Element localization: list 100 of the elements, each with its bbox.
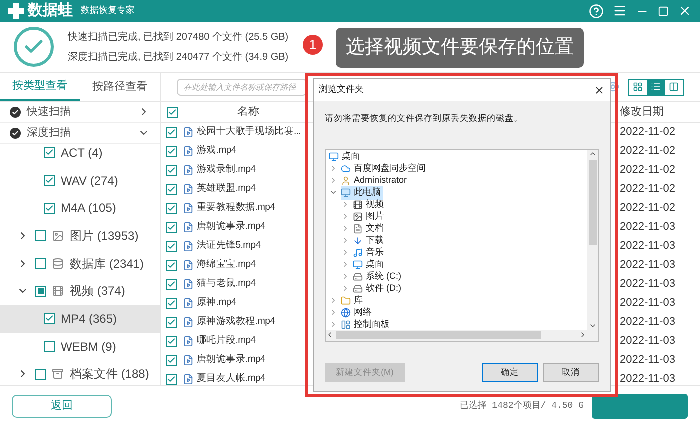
video-icon	[52, 285, 64, 298]
file-icon	[183, 279, 194, 290]
folder-item[interactable]: 桌面	[353, 258, 386, 272]
file-name: 游戏.mp4	[197, 144, 236, 158]
scroll-right-icon[interactable]	[579, 331, 587, 340]
checkbox[interactable]	[166, 222, 177, 233]
modified-date: 2022-11-02	[620, 163, 676, 178]
checkbox[interactable]	[35, 230, 46, 242]
pc-icon	[341, 188, 351, 198]
step-number: 1	[303, 35, 323, 55]
folder-item[interactable]: 软件 (D:)	[353, 282, 404, 296]
archive-icon	[52, 368, 64, 380]
folder-item[interactable]: 视频	[353, 198, 386, 212]
folder-item[interactable]: 此电脑	[341, 186, 383, 200]
dialog-message: 请勿将需要恢复的文件保存到原丢失数据的磁盘。	[325, 112, 524, 125]
user-icon	[341, 176, 351, 186]
maximize-icon[interactable]	[658, 6, 669, 16]
checkbox[interactable]	[44, 147, 55, 158]
column-header[interactable]: 名称	[211, 104, 286, 120]
folder-item[interactable]: 图片	[353, 210, 386, 224]
list-view-icon[interactable]	[647, 80, 665, 94]
folder-item[interactable]: 桌面	[329, 150, 362, 164]
checkbox[interactable]	[166, 336, 177, 347]
checkbox[interactable]	[44, 313, 55, 324]
file-icon	[183, 203, 194, 214]
modified-date: 2022-11-03	[620, 315, 676, 330]
close-icon[interactable]	[594, 84, 605, 96]
tree-item[interactable]: 图片 (13953)	[0, 222, 160, 250]
scan-item[interactable]: 深度扫描	[0, 123, 160, 144]
tree-item[interactable]: 数据库 (2341)	[0, 250, 160, 278]
file-icon	[183, 317, 194, 328]
view-tab[interactable]: 按路径查看	[80, 73, 160, 101]
checkbox[interactable]	[44, 341, 55, 352]
drive-icon	[353, 272, 363, 282]
control-icon	[341, 320, 351, 330]
file-name: 英雄联盟.mp4	[197, 182, 256, 196]
search-field[interactable]: 在此处输入文件名称或保存路径	[177, 78, 307, 96]
checkbox[interactable]	[166, 241, 177, 252]
checkbox[interactable]	[166, 317, 177, 328]
checkbox[interactable]	[35, 368, 46, 380]
horizontal-scrollbar[interactable]	[326, 330, 598, 341]
folder-item[interactable]: 网络	[341, 306, 374, 320]
image-icon	[353, 212, 363, 222]
file-name: 法证先锋5.mp4	[197, 239, 261, 254]
tree-item[interactable]: 视频 (374)	[0, 277, 160, 306]
file-icon	[183, 298, 194, 309]
checkbox[interactable]	[166, 127, 177, 138]
checkbox[interactable]	[166, 184, 177, 195]
checkbox[interactable]	[44, 175, 55, 186]
folder-item[interactable]: 库	[341, 294, 365, 308]
download-icon	[353, 236, 363, 246]
desktop-icon	[329, 152, 339, 162]
tree-item[interactable]: M4A (105)	[0, 194, 160, 222]
scan-summary: 快速扫描已完成, 已找到 207480 个文件 (25.5 GB)	[68, 30, 289, 44]
modified-date: 2022-11-03	[620, 220, 676, 236]
file-name: 哪吒片段.mp4	[197, 334, 256, 348]
file-icon	[183, 241, 194, 252]
file-name: 唐朝诡事录.mp4	[197, 353, 266, 368]
back-button[interactable]: 返回	[12, 395, 112, 418]
checkbox[interactable]	[166, 260, 177, 271]
check-dot-icon	[10, 106, 21, 118]
folder-item[interactable]: Administrator	[341, 174, 410, 188]
file-name: 校园十大歌手现场比赛...	[197, 125, 302, 140]
folder-item[interactable]: 系统 (C:)	[353, 270, 404, 284]
menu-icon[interactable]	[613, 4, 627, 18]
checkbox[interactable]	[35, 258, 46, 270]
modified-date: 2022-11-02	[620, 182, 676, 198]
folder-item[interactable]: 文档	[353, 222, 386, 236]
column-header[interactable]: 修改日期	[620, 104, 700, 120]
help-icon[interactable]	[589, 4, 604, 18]
file-icon	[183, 127, 194, 138]
scroll-left-icon[interactable]	[326, 331, 334, 340]
dialog-title: 浏览文件夹	[319, 83, 364, 96]
dialog-button[interactable]: 取消	[543, 362, 599, 382]
music-icon	[353, 248, 363, 258]
tree-item[interactable]: MP4 (365)	[0, 305, 160, 333]
folder-item[interactable]: 下载	[353, 234, 386, 248]
checkbox[interactable]	[166, 374, 177, 385]
checkbox[interactable]	[166, 203, 177, 214]
file-name: 海绵宝宝.mp4	[197, 258, 256, 272]
view-tab[interactable]: 按类型查看	[0, 73, 80, 101]
tree-item[interactable]: WEBM (9)	[0, 332, 160, 360]
checkbox[interactable]	[166, 279, 177, 290]
folder-item[interactable]: 百度网盘同步空间	[341, 162, 428, 176]
checkbox[interactable]	[166, 165, 177, 176]
folder-item[interactable]: 音乐	[353, 246, 386, 260]
checkbox[interactable]	[35, 286, 46, 297]
checkbox[interactable]	[167, 106, 178, 118]
desktop-icon	[353, 260, 363, 270]
checkbox[interactable]	[44, 202, 55, 214]
scan-item[interactable]: 快速扫描	[0, 102, 160, 123]
file-name: 唐朝诡事录.mp4	[197, 220, 266, 234]
folder-item[interactable]: 控制面板	[341, 318, 392, 330]
checkbox[interactable]	[166, 298, 177, 309]
checkbox[interactable]	[166, 146, 177, 157]
checkbox[interactable]	[166, 355, 177, 366]
tree-item[interactable]: 档案文件 (188)	[0, 360, 160, 385]
vertical-scrollbar[interactable]	[587, 150, 598, 330]
tree-item[interactable]: WAV (274)	[0, 166, 160, 194]
dialog-button[interactable]: 确定	[482, 362, 538, 382]
